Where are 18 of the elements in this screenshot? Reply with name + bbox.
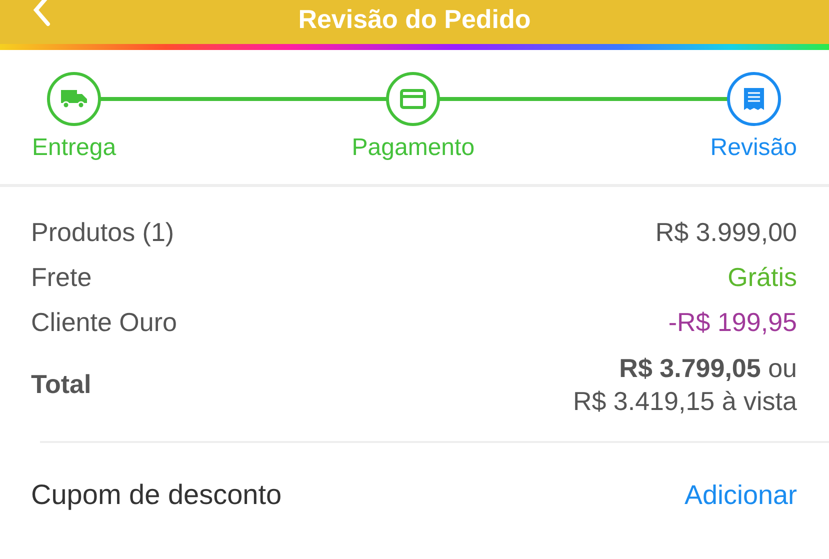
total-value: R$ 3.419,15 à vista <box>572 384 797 417</box>
total-label: Total <box>31 369 92 400</box>
coupon-label: Cupom de desconto <box>31 479 282 511</box>
step-label: Revisão <box>710 134 797 162</box>
step-label: Entrega <box>32 134 116 162</box>
header-title: Revisão do Pedido <box>298 4 531 35</box>
summary-value: -R$ 199,95 <box>668 307 797 338</box>
truck-icon <box>61 89 88 109</box>
summary-value: R$ 3.999,00 <box>655 217 797 248</box>
summary-label: Frete <box>31 262 92 293</box>
summary-value: Grátis <box>728 262 797 293</box>
add-coupon-link[interactable]: Adicionar <box>684 480 797 510</box>
step-label: Pagamento <box>352 134 475 162</box>
receipt-icon <box>744 88 764 110</box>
total-value: R$ 3.799,05 ou <box>619 352 797 384</box>
summary-label: Cliente Ouro <box>31 307 177 338</box>
credit-card-icon <box>400 89 426 109</box>
summary-label: Produtos (1) <box>31 217 174 248</box>
